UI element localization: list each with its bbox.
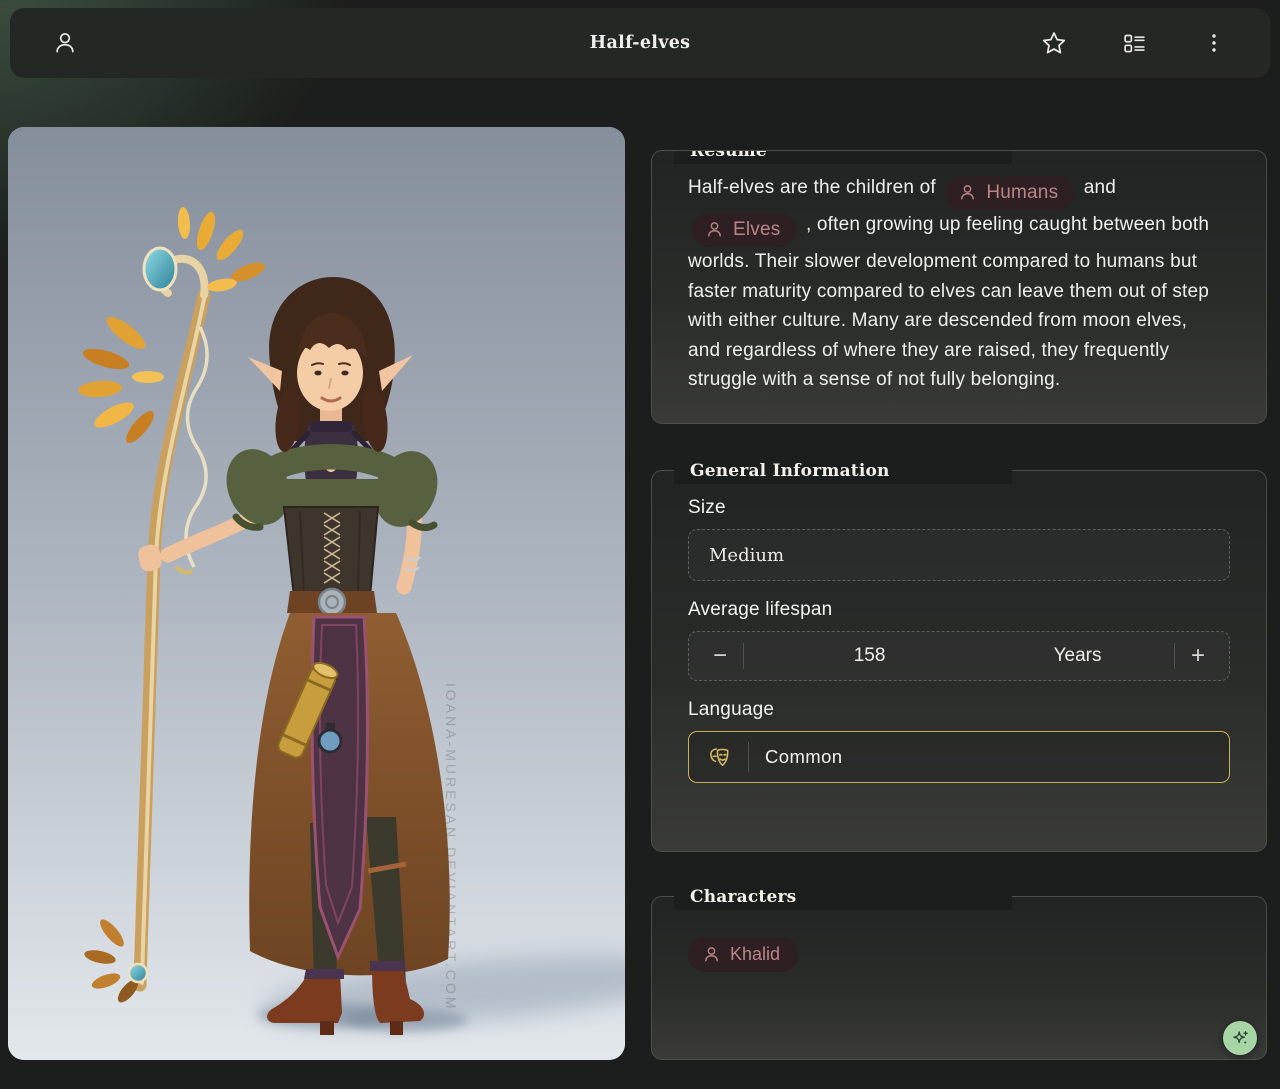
lifespan-value[interactable]: 158 — [758, 645, 981, 667]
increment-button[interactable]: + — [1189, 644, 1207, 668]
language-value: Common — [765, 746, 842, 768]
character-chip-label: Khalid — [730, 942, 780, 966]
person-icon — [705, 220, 724, 239]
size-label: Size — [688, 497, 1230, 519]
ai-sparkle-button[interactable] — [1223, 1021, 1257, 1055]
language-label: Language — [688, 699, 1230, 721]
resume-header: Resume — [674, 150, 1012, 164]
mention-chip-humans[interactable]: Humans — [945, 176, 1074, 210]
person-icon — [702, 945, 721, 964]
species-page: IOANA-MURESAN.DEVIANTART.COM Resume Half… — [0, 78, 1280, 1060]
page-title: Half-elves — [10, 33, 1270, 53]
mention-label: Humans — [986, 179, 1058, 206]
stepper-divider — [743, 643, 744, 669]
lifespan-label: Average lifespan — [688, 599, 1230, 621]
decrement-button[interactable]: − — [711, 644, 729, 668]
lifespan-stepper: − 158 Years + — [688, 631, 1230, 681]
person-icon — [958, 183, 977, 202]
size-field[interactable]: Medium — [688, 529, 1230, 581]
resume-text-middle: and — [1084, 177, 1116, 198]
general-information-header: General Information — [674, 458, 1012, 484]
top-bar: Half-elves — [10, 8, 1270, 78]
theater-masks-icon[interactable] — [706, 744, 732, 770]
size-value: Medium — [709, 545, 784, 566]
resume-paragraph: Half-elves are the children of Humans an… — [688, 173, 1216, 395]
mention-chip-elves[interactable]: Elves — [692, 213, 796, 247]
details-column: Resume Half-elves are the children of Hu… — [651, 127, 1267, 1060]
mention-label: Elves — [733, 216, 780, 243]
characters-header: Characters — [674, 884, 1012, 910]
language-field[interactable]: Common — [688, 731, 1230, 783]
species-artwork[interactable]: IOANA-MURESAN.DEVIANTART.COM — [8, 127, 625, 1060]
character-chip-khalid[interactable]: Khalid — [688, 937, 798, 972]
watermark-text: IOANA-MURESAN.DEVIANTART.COM — [443, 683, 459, 1012]
lifespan-unit[interactable]: Years — [995, 645, 1160, 667]
general-information-panel: General Information Size Medium Average … — [651, 470, 1267, 852]
resume-text-before: Half-elves are the children of — [688, 177, 936, 198]
half-elf-illustration: IOANA-MURESAN.DEVIANTART.COM — [8, 127, 625, 1060]
language-divider — [748, 742, 749, 772]
characters-panel: Characters Khalid — [651, 896, 1267, 1060]
sparkle-icon — [1230, 1028, 1251, 1049]
resume-panel: Resume Half-elves are the children of Hu… — [651, 150, 1267, 424]
stepper-divider — [1174, 643, 1175, 669]
